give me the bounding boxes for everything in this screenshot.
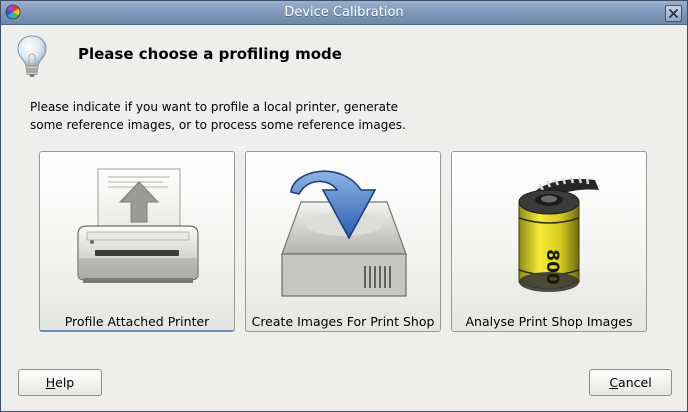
printer-icon: [77, 168, 199, 283]
description-line: some reference images, or to process som…: [30, 118, 406, 132]
film-label: 800: [541, 249, 562, 285]
title-bar[interactable]: Device Calibration: [1, 1, 687, 25]
description-text: Please indicate if you want to profile a…: [30, 98, 490, 134]
help-label-rest: elp: [55, 375, 75, 390]
mode-label: Analyse Print Shop Images: [465, 314, 633, 329]
description-line: Please indicate if you want to profile a…: [30, 100, 399, 114]
help-mnemonic: H: [45, 375, 56, 390]
drive-save-icon: [281, 170, 407, 297]
mode-label: Create Images For Print Shop: [251, 314, 435, 329]
create-images-for-print-shop-button[interactable]: Create Images For Print Shop: [245, 151, 441, 332]
close-icon: [669, 9, 678, 18]
page-heading: Please choose a profiling mode: [78, 45, 342, 63]
mode-label: Profile Attached Printer: [64, 314, 210, 329]
cancel-mnemonic: C: [609, 375, 619, 390]
cancel-label-rest: ancel: [618, 375, 652, 390]
profile-attached-printer-button[interactable]: Profile Attached Printer: [39, 151, 235, 332]
window-title: Device Calibration: [284, 5, 404, 20]
close-button[interactable]: [665, 5, 682, 22]
lightbulb-icon: [17, 35, 47, 77]
analyse-print-shop-images-button[interactable]: 800 Analyse Print Shop Images: [451, 151, 647, 332]
cancel-button[interactable]: Cancel: [589, 369, 672, 396]
device-calibration-dialog: Device Calibration Please choose a profi…: [0, 0, 688, 412]
help-button[interactable]: Help: [18, 369, 102, 396]
